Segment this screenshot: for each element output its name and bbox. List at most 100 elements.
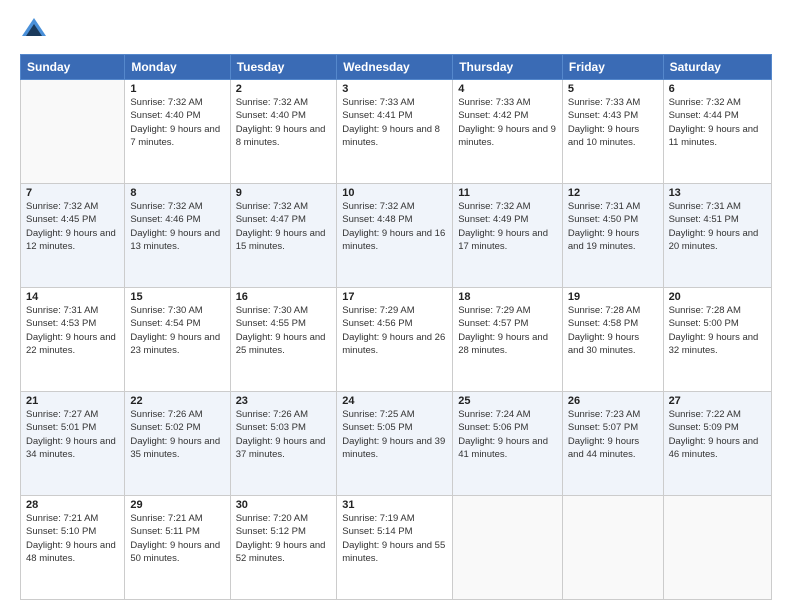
day-info: Sunrise: 7:28 AMSunset: 5:00 PMDaylight:… [669, 304, 766, 357]
day-cell: 25Sunrise: 7:24 AMSunset: 5:06 PMDayligh… [453, 392, 563, 496]
page: SundayMondayTuesdayWednesdayThursdayFrid… [0, 0, 792, 612]
day-number: 28 [26, 499, 119, 511]
day-number: 31 [342, 499, 447, 511]
day-cell: 2Sunrise: 7:32 AMSunset: 4:40 PMDaylight… [230, 80, 337, 184]
day-number: 9 [236, 187, 332, 199]
day-cell [663, 496, 771, 600]
day-header-wednesday: Wednesday [337, 55, 453, 80]
day-number: 25 [458, 395, 557, 407]
day-info: Sunrise: 7:21 AMSunset: 5:11 PMDaylight:… [130, 512, 224, 565]
day-number: 12 [568, 187, 658, 199]
day-cell: 21Sunrise: 7:27 AMSunset: 5:01 PMDayligh… [21, 392, 125, 496]
day-cell: 3Sunrise: 7:33 AMSunset: 4:41 PMDaylight… [337, 80, 453, 184]
day-cell: 11Sunrise: 7:32 AMSunset: 4:49 PMDayligh… [453, 184, 563, 288]
day-cell: 9Sunrise: 7:32 AMSunset: 4:47 PMDaylight… [230, 184, 337, 288]
day-info: Sunrise: 7:32 AMSunset: 4:47 PMDaylight:… [236, 200, 332, 253]
day-info: Sunrise: 7:32 AMSunset: 4:48 PMDaylight:… [342, 200, 447, 253]
day-info: Sunrise: 7:32 AMSunset: 4:40 PMDaylight:… [130, 96, 224, 149]
day-number: 21 [26, 395, 119, 407]
week-row-1: 1Sunrise: 7:32 AMSunset: 4:40 PMDaylight… [21, 80, 772, 184]
day-number: 18 [458, 291, 557, 303]
day-cell: 31Sunrise: 7:19 AMSunset: 5:14 PMDayligh… [337, 496, 453, 600]
day-cell: 28Sunrise: 7:21 AMSunset: 5:10 PMDayligh… [21, 496, 125, 600]
day-info: Sunrise: 7:32 AMSunset: 4:45 PMDaylight:… [26, 200, 119, 253]
day-number: 20 [669, 291, 766, 303]
day-info: Sunrise: 7:33 AMSunset: 4:42 PMDaylight:… [458, 96, 557, 149]
day-cell: 1Sunrise: 7:32 AMSunset: 4:40 PMDaylight… [125, 80, 230, 184]
day-number: 29 [130, 499, 224, 511]
week-row-4: 21Sunrise: 7:27 AMSunset: 5:01 PMDayligh… [21, 392, 772, 496]
day-cell: 10Sunrise: 7:32 AMSunset: 4:48 PMDayligh… [337, 184, 453, 288]
day-cell: 19Sunrise: 7:28 AMSunset: 4:58 PMDayligh… [562, 288, 663, 392]
day-header-friday: Friday [562, 55, 663, 80]
day-header-tuesday: Tuesday [230, 55, 337, 80]
day-info: Sunrise: 7:32 AMSunset: 4:46 PMDaylight:… [130, 200, 224, 253]
logo [20, 16, 50, 44]
day-number: 16 [236, 291, 332, 303]
day-number: 5 [568, 83, 658, 95]
day-cell: 16Sunrise: 7:30 AMSunset: 4:55 PMDayligh… [230, 288, 337, 392]
day-cell: 18Sunrise: 7:29 AMSunset: 4:57 PMDayligh… [453, 288, 563, 392]
day-info: Sunrise: 7:32 AMSunset: 4:49 PMDaylight:… [458, 200, 557, 253]
day-info: Sunrise: 7:31 AMSunset: 4:51 PMDaylight:… [669, 200, 766, 253]
day-cell: 23Sunrise: 7:26 AMSunset: 5:03 PMDayligh… [230, 392, 337, 496]
day-cell: 26Sunrise: 7:23 AMSunset: 5:07 PMDayligh… [562, 392, 663, 496]
day-info: Sunrise: 7:22 AMSunset: 5:09 PMDaylight:… [669, 408, 766, 461]
header [20, 16, 772, 44]
day-cell [21, 80, 125, 184]
day-cell [562, 496, 663, 600]
day-cell: 14Sunrise: 7:31 AMSunset: 4:53 PMDayligh… [21, 288, 125, 392]
day-info: Sunrise: 7:29 AMSunset: 4:57 PMDaylight:… [458, 304, 557, 357]
day-cell: 30Sunrise: 7:20 AMSunset: 5:12 PMDayligh… [230, 496, 337, 600]
day-info: Sunrise: 7:24 AMSunset: 5:06 PMDaylight:… [458, 408, 557, 461]
day-cell: 27Sunrise: 7:22 AMSunset: 5:09 PMDayligh… [663, 392, 771, 496]
day-info: Sunrise: 7:30 AMSunset: 4:55 PMDaylight:… [236, 304, 332, 357]
day-cell [453, 496, 563, 600]
day-number: 15 [130, 291, 224, 303]
day-number: 7 [26, 187, 119, 199]
day-info: Sunrise: 7:26 AMSunset: 5:02 PMDaylight:… [130, 408, 224, 461]
week-row-3: 14Sunrise: 7:31 AMSunset: 4:53 PMDayligh… [21, 288, 772, 392]
day-header-monday: Monday [125, 55, 230, 80]
day-info: Sunrise: 7:29 AMSunset: 4:56 PMDaylight:… [342, 304, 447, 357]
day-info: Sunrise: 7:31 AMSunset: 4:50 PMDaylight:… [568, 200, 658, 253]
day-number: 13 [669, 187, 766, 199]
day-cell: 13Sunrise: 7:31 AMSunset: 4:51 PMDayligh… [663, 184, 771, 288]
day-info: Sunrise: 7:25 AMSunset: 5:05 PMDaylight:… [342, 408, 447, 461]
week-row-2: 7Sunrise: 7:32 AMSunset: 4:45 PMDaylight… [21, 184, 772, 288]
day-info: Sunrise: 7:32 AMSunset: 4:40 PMDaylight:… [236, 96, 332, 149]
day-info: Sunrise: 7:33 AMSunset: 4:41 PMDaylight:… [342, 96, 447, 149]
day-number: 19 [568, 291, 658, 303]
day-cell: 22Sunrise: 7:26 AMSunset: 5:02 PMDayligh… [125, 392, 230, 496]
day-number: 23 [236, 395, 332, 407]
day-header-saturday: Saturday [663, 55, 771, 80]
day-info: Sunrise: 7:26 AMSunset: 5:03 PMDaylight:… [236, 408, 332, 461]
day-cell: 17Sunrise: 7:29 AMSunset: 4:56 PMDayligh… [337, 288, 453, 392]
day-number: 22 [130, 395, 224, 407]
day-number: 10 [342, 187, 447, 199]
day-cell: 6Sunrise: 7:32 AMSunset: 4:44 PMDaylight… [663, 80, 771, 184]
day-number: 2 [236, 83, 332, 95]
header-row: SundayMondayTuesdayWednesdayThursdayFrid… [21, 55, 772, 80]
day-cell: 20Sunrise: 7:28 AMSunset: 5:00 PMDayligh… [663, 288, 771, 392]
day-number: 24 [342, 395, 447, 407]
week-row-5: 28Sunrise: 7:21 AMSunset: 5:10 PMDayligh… [21, 496, 772, 600]
day-number: 3 [342, 83, 447, 95]
day-header-sunday: Sunday [21, 55, 125, 80]
day-cell: 24Sunrise: 7:25 AMSunset: 5:05 PMDayligh… [337, 392, 453, 496]
day-info: Sunrise: 7:30 AMSunset: 4:54 PMDaylight:… [130, 304, 224, 357]
day-info: Sunrise: 7:23 AMSunset: 5:07 PMDaylight:… [568, 408, 658, 461]
logo-icon [20, 16, 48, 44]
day-number: 11 [458, 187, 557, 199]
calendar-table: SundayMondayTuesdayWednesdayThursdayFrid… [20, 54, 772, 600]
day-info: Sunrise: 7:21 AMSunset: 5:10 PMDaylight:… [26, 512, 119, 565]
day-number: 27 [669, 395, 766, 407]
day-number: 17 [342, 291, 447, 303]
day-info: Sunrise: 7:31 AMSunset: 4:53 PMDaylight:… [26, 304, 119, 357]
day-cell: 15Sunrise: 7:30 AMSunset: 4:54 PMDayligh… [125, 288, 230, 392]
day-number: 1 [130, 83, 224, 95]
day-number: 26 [568, 395, 658, 407]
day-number: 30 [236, 499, 332, 511]
day-cell: 4Sunrise: 7:33 AMSunset: 4:42 PMDaylight… [453, 80, 563, 184]
day-info: Sunrise: 7:19 AMSunset: 5:14 PMDaylight:… [342, 512, 447, 565]
